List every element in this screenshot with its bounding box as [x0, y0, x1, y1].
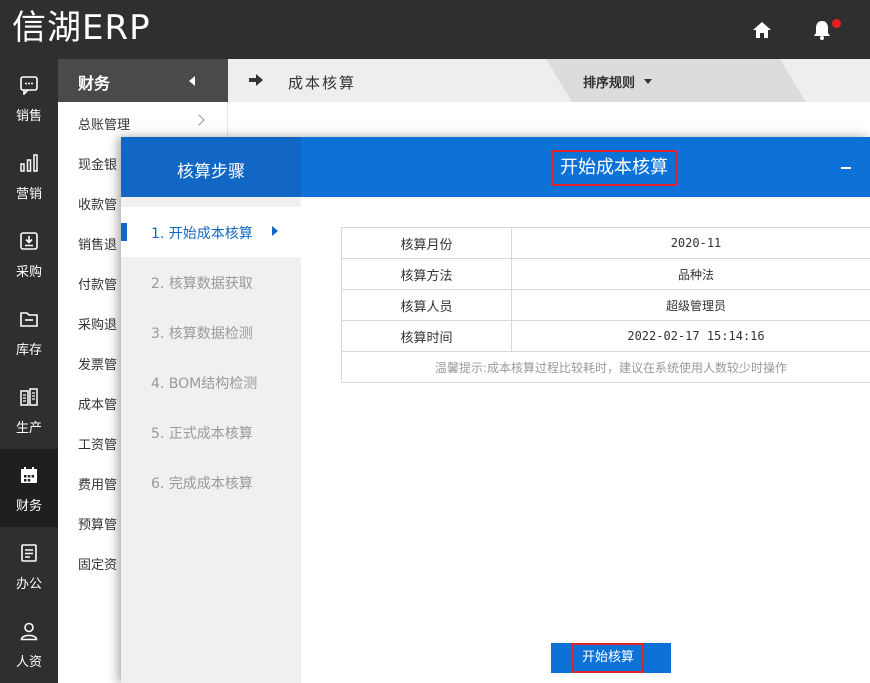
nav-item-production[interactable]: 生产: [0, 371, 58, 449]
info-value: 2020-11: [511, 227, 870, 259]
nav-item-office[interactable]: 办公: [0, 527, 58, 605]
home-icon[interactable]: [750, 18, 774, 42]
nav-item-purchase[interactable]: 采购: [0, 215, 58, 293]
arrow-right-icon: [249, 74, 263, 86]
nav-label: 人资: [15, 655, 42, 670]
submenu-header: 财务: [58, 59, 228, 102]
accounting-info-table: 核算月份 2020-11 核算方法 品种法 核算人员 超级管理员 核算时间 20…: [341, 227, 870, 383]
left-nav: 销售 营销 采购 库存 生产 财务 办公 人资: [0, 59, 58, 683]
submenu-item-ledger[interactable]: 总账管理: [78, 114, 130, 133]
nav-label: 销售: [15, 109, 42, 124]
page-title: 成本核算: [288, 74, 357, 92]
info-key: 核算月份: [341, 227, 512, 259]
info-value: 超级管理员: [511, 289, 870, 321]
submenu-item-payments[interactable]: 付款管: [78, 274, 117, 293]
submenu-item-cash[interactable]: 现金银: [78, 154, 117, 173]
submenu-item-receipts[interactable]: 收款管: [78, 194, 117, 213]
table-row: 核算时间 2022-02-17 15:14:16: [341, 320, 870, 352]
nav-item-hr[interactable]: 人资: [0, 605, 58, 683]
step-formal-accounting: 5. 正式成本核算: [121, 407, 301, 457]
step-label: 4. BOM结构检测: [151, 376, 258, 392]
submenu-item-cost[interactable]: 成本管: [78, 394, 117, 413]
nav-label: 生产: [15, 421, 42, 436]
start-accounting-button[interactable]: 开始核算: [551, 643, 671, 673]
submenu-item-sales-return[interactable]: 销售退: [78, 234, 117, 253]
info-value: 2022-02-17 15:14:16: [511, 320, 870, 352]
download-box-icon: [20, 232, 38, 250]
notification-dot: [832, 19, 841, 28]
start-accounting-label[interactable]: 开始核算: [572, 643, 645, 673]
step-label: 5. 正式成本核算: [151, 426, 253, 442]
nav-label: 库存: [15, 343, 42, 358]
modal-title: 开始成本核算: [551, 150, 677, 186]
nav-label: 采购: [15, 265, 42, 280]
collapse-menu-icon[interactable]: [189, 76, 195, 86]
info-key: 核算人员: [341, 289, 512, 321]
cost-accounting-modal: 核算步骤 开始成本核算 1. 开始成本核算 2. 核算数据获取 3. 核算数据检…: [121, 137, 870, 683]
nav-item-finance[interactable]: 财务: [0, 449, 58, 527]
bell-icon[interactable]: [810, 18, 834, 42]
chevron-right-icon: [193, 114, 205, 126]
modal-header: 开始成本核算: [301, 137, 870, 197]
chat-icon: [20, 76, 38, 95]
submenu-item-invoice[interactable]: 发票管: [78, 354, 117, 373]
step-label: 2. 核算数据获取: [151, 276, 253, 292]
info-key: 核算时间: [341, 320, 512, 352]
step-start[interactable]: 1. 开始成本核算: [121, 207, 301, 257]
submenu-title: 财务: [78, 74, 111, 93]
steps-title: 核算步骤: [177, 162, 245, 182]
submenu-item-fixed-assets[interactable]: 固定资: [78, 554, 117, 573]
document-icon: [21, 544, 37, 562]
calendar-icon: [21, 467, 37, 483]
nav-item-marketing[interactable]: 营销: [0, 137, 58, 215]
step-label: 3. 核算数据检测: [151, 326, 253, 342]
breadcrumb-bar: 成本核算 排序规则: [228, 59, 870, 102]
step-label: 1. 开始成本核算: [151, 226, 253, 242]
info-key: 核算方法: [341, 258, 512, 290]
step-bom-check: 4. BOM结构检测: [121, 357, 301, 407]
bar-chart-icon: [20, 154, 38, 172]
app-logo: 信湖ERP: [12, 8, 151, 48]
table-row: 核算月份 2020-11: [341, 227, 870, 259]
caret-right-icon: [272, 226, 278, 236]
step-data-check: 3. 核算数据检测: [121, 307, 301, 357]
minimize-icon[interactable]: [841, 167, 851, 169]
step-label: 6. 完成成本核算: [151, 476, 253, 492]
user-icon: [20, 622, 38, 641]
tip-text: 温馨提示:成本核算过程比较耗时，建议在系统使用人数较少时操作: [341, 351, 870, 383]
submenu-item-budget[interactable]: 预算管: [78, 514, 117, 533]
steps-panel: 1. 开始成本核算 2. 核算数据获取 3. 核算数据检测 4. BOM结构检测…: [121, 197, 301, 683]
building-icon: [20, 388, 38, 406]
submenu-item-expense[interactable]: 费用管: [78, 474, 117, 493]
table-row: 核算方法 品种法: [341, 258, 870, 290]
step-complete: 6. 完成成本核算: [121, 457, 301, 507]
top-bar: 信湖ERP: [0, 0, 870, 59]
nav-label: 财务: [15, 499, 42, 514]
steps-header: 核算步骤: [121, 137, 301, 197]
nav-item-sales[interactable]: 销售: [0, 59, 58, 137]
nav-item-inventory[interactable]: 库存: [0, 293, 58, 371]
sort-rule-dropdown[interactable]: 排序规则: [583, 72, 635, 91]
info-value: 品种法: [511, 258, 870, 290]
nav-label: 办公: [15, 577, 42, 592]
table-row: 温馨提示:成本核算过程比较耗时，建议在系统使用人数较少时操作: [341, 351, 870, 383]
step-data-fetch: 2. 核算数据获取: [121, 257, 301, 307]
folder-icon: [20, 312, 38, 327]
caret-down-icon[interactable]: [644, 79, 652, 84]
nav-label: 营销: [15, 187, 42, 202]
submenu-item-purchase-return[interactable]: 采购退: [78, 314, 117, 333]
submenu-item-salary[interactable]: 工资管: [78, 434, 117, 453]
table-row: 核算人员 超级管理员: [341, 289, 870, 321]
